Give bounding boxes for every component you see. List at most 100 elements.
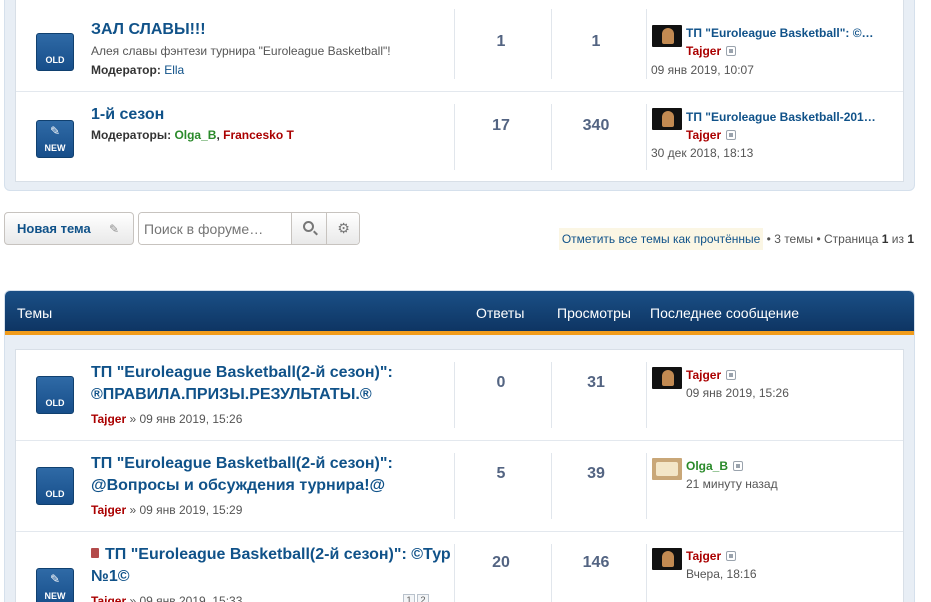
avatar[interactable]	[652, 25, 682, 47]
avatar[interactable]	[652, 108, 682, 130]
views-count: 146	[582, 554, 610, 571]
divider	[646, 362, 647, 428]
forum-row: OLD ЗАЛ СЛАВЫ!!! Алея славы фэнтези турн…	[16, 0, 903, 92]
mark-all-read-link[interactable]: Отметить все темы как прочтённые	[558, 228, 764, 250]
topic-list: Темы Ответы Просмотры Последнее сообщени…	[4, 290, 915, 602]
new-topic-label: Новая тема	[17, 221, 91, 236]
forum-title-link[interactable]: ЗАЛ СЛАВЫ!!!	[91, 21, 206, 39]
search-input[interactable]	[139, 213, 291, 244]
posts-count: 1	[591, 33, 601, 50]
advanced-search-button[interactable]: ⚙	[326, 213, 359, 244]
last-post-title-link[interactable]: ТП "Euroleague Basketball": ©…	[686, 26, 896, 40]
last-post-author: Olga_B	[686, 459, 744, 473]
moderator-link[interactable]: Ella	[164, 63, 184, 77]
divider	[646, 453, 647, 519]
last-post-author: Tajger	[686, 368, 737, 382]
pencil-icon: ✎	[49, 572, 61, 586]
topics-count: 17	[492, 117, 510, 134]
divider	[646, 9, 647, 79]
last-post-title-link[interactable]: ТП "Euroleague Basketball-201…	[686, 110, 896, 124]
divider	[551, 362, 552, 428]
pagination-info: Отметить все темы как прочтённые • 3 тем…	[558, 228, 914, 250]
topic-list-inner: OLD ТП "Euroleague Basketball(2-й сезон)…	[15, 349, 904, 602]
pencil-icon: ✎	[109, 222, 120, 236]
author-link[interactable]: Tajger	[686, 128, 721, 142]
forum-read-icon: OLD	[36, 33, 74, 71]
column-views: Просмотры	[557, 305, 631, 321]
column-topics: Темы	[17, 305, 53, 321]
view-latest-post-icon[interactable]	[726, 370, 737, 380]
forum-description: Алея славы фэнтези турнира "Euroleague B…	[91, 44, 391, 58]
last-post-author: Tajger	[686, 44, 737, 58]
forum-row: ✎ NEW 1-й сезон Модераторы: Olga_B, Fran…	[16, 92, 903, 182]
subforum-list-inner: OLD ЗАЛ СЛАВЫ!!! Алея славы фэнтези турн…	[15, 0, 904, 182]
last-post-time: Вчера, 18:16	[686, 567, 757, 581]
replies-count: 20	[492, 554, 510, 571]
divider	[454, 9, 455, 79]
divider	[646, 104, 647, 170]
sticky-icon	[91, 548, 99, 558]
moderator-link[interactable]: Olga_B	[174, 128, 216, 142]
page-link[interactable]: 2	[417, 594, 429, 602]
forum-moderators: Модератор: Ella	[91, 63, 185, 77]
topic-meta: Tajger » 09 янв 2019, 15:26	[91, 412, 243, 426]
avatar[interactable]	[652, 548, 682, 570]
topic-title-link[interactable]: ТП "Euroleague Basketball(2-й сезон)": ©…	[91, 546, 451, 585]
search-icon	[303, 221, 314, 232]
author-link[interactable]: Tajger	[686, 549, 721, 563]
forum-title-link[interactable]: 1-й сезон	[91, 106, 164, 124]
avatar[interactable]	[652, 458, 682, 480]
topics-count: 1	[496, 33, 506, 50]
last-post-time: 21 минуту назад	[686, 477, 778, 491]
topic-pagination: 12	[401, 594, 429, 602]
views-count: 39	[587, 465, 605, 482]
divider	[454, 104, 455, 170]
topic-title-link[interactable]: ТП "Euroleague Basketball(2-й сезон)": @…	[91, 453, 451, 497]
divider	[454, 362, 455, 428]
last-post-time: 30 дек 2018, 18:13	[651, 146, 754, 160]
divider	[454, 544, 455, 602]
topic-title-link[interactable]: ТП "Euroleague Basketball(2-й сезон)": ®…	[91, 362, 451, 406]
replies-count: 0	[496, 374, 506, 391]
view-latest-post-icon[interactable]	[733, 461, 744, 471]
divider	[454, 453, 455, 519]
new-topic-button[interactable]: Новая тема ✎	[4, 212, 134, 245]
view-latest-post-icon[interactable]	[726, 46, 737, 56]
last-post-time: 09 янв 2019, 15:26	[686, 386, 789, 400]
topic-title: ТП "Euroleague Basketball(2-й сезон)": ©…	[91, 544, 451, 588]
forum-unread-icon: ✎ NEW	[36, 120, 74, 158]
divider	[551, 453, 552, 519]
topic-unread-icon: ✎ NEW	[36, 568, 74, 602]
author-link[interactable]: Tajger	[91, 594, 126, 602]
search-button[interactable]	[291, 213, 326, 244]
column-replies: Ответы	[476, 305, 525, 321]
subforum-list: OLD ЗАЛ СЛАВЫ!!! Алея славы фэнтези турн…	[4, 0, 915, 191]
forum-moderators: Модераторы: Olga_B, Francesko T	[91, 128, 294, 142]
moderator-link[interactable]: Francesko T	[223, 128, 294, 142]
topic-read-icon: OLD	[36, 376, 74, 414]
replies-count: 5	[496, 465, 506, 482]
author-link[interactable]: Tajger	[686, 368, 721, 382]
topic-meta: Tajger » 09 янв 2019, 15:33	[91, 594, 242, 602]
topic-meta: Tajger » 09 янв 2019, 15:29	[91, 503, 243, 517]
page-link[interactable]: 1	[403, 594, 415, 602]
divider	[646, 544, 647, 602]
forum-search: ⚙	[138, 212, 360, 245]
pencil-icon: ✎	[49, 124, 61, 138]
author-link[interactable]: Olga_B	[686, 459, 728, 473]
last-post-author: Tajger	[686, 128, 737, 142]
author-link[interactable]: Tajger	[91, 412, 126, 426]
topic-row: OLD ТП "Euroleague Basketball(2-й сезон)…	[16, 350, 903, 441]
divider	[551, 544, 552, 602]
avatar[interactable]	[652, 367, 682, 389]
author-link[interactable]: Tajger	[91, 503, 126, 517]
view-latest-post-icon[interactable]	[726, 130, 737, 140]
views-count: 31	[587, 374, 605, 391]
last-post-time: 09 янв 2019, 10:07	[651, 63, 754, 77]
last-post-author: Tajger	[686, 549, 737, 563]
author-link[interactable]: Tajger	[686, 44, 721, 58]
view-latest-post-icon[interactable]	[726, 551, 737, 561]
posts-count: 340	[582, 117, 610, 134]
topic-read-icon: OLD	[36, 467, 74, 505]
gear-icon: ⚙	[337, 220, 350, 236]
